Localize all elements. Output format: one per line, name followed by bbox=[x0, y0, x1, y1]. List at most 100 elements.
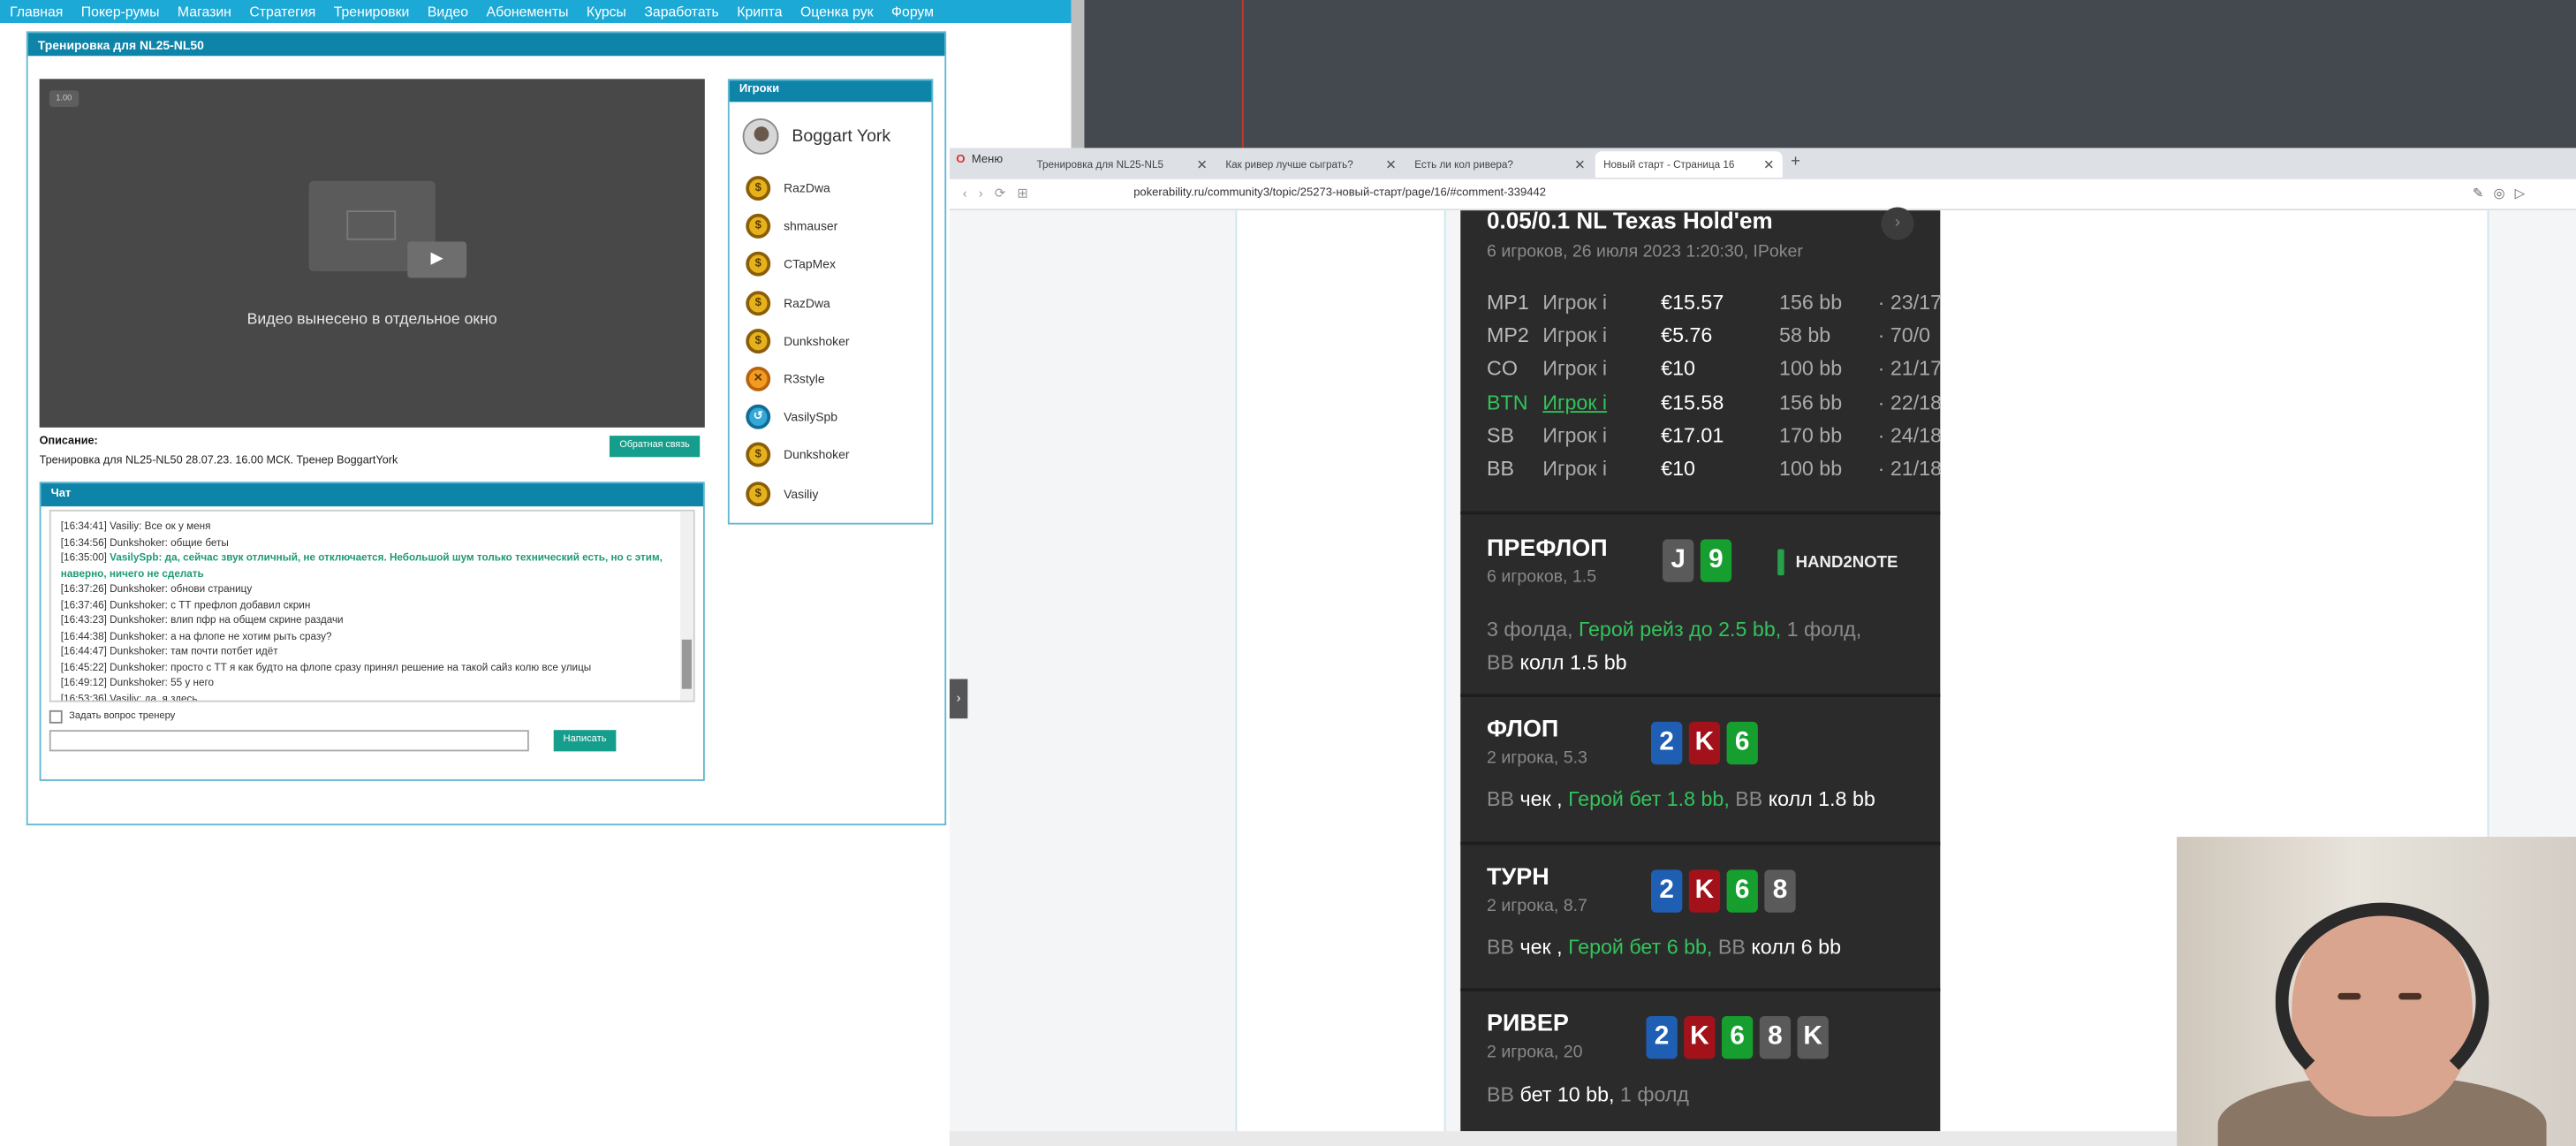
seat-row: CO Игрок i €10 100 bb · 21/17 bbox=[1487, 353, 1942, 385]
seat-row: MP2 Игрок i €5.76 58 bb · 70/0 bbox=[1487, 319, 1930, 352]
player-row[interactable]: $ Vasiliy bbox=[746, 474, 849, 512]
player-row[interactable]: ✕ R3style bbox=[746, 360, 849, 398]
seat-hud: · 21/18 bbox=[1877, 457, 1943, 481]
description-label: Описание: bbox=[39, 436, 98, 448]
close-icon[interactable]: ✕ bbox=[1574, 157, 1585, 172]
seat-hud: · 70/0 bbox=[1877, 323, 1931, 347]
chat-input[interactable] bbox=[49, 730, 529, 752]
seat-bb: 170 bb bbox=[1779, 423, 1843, 447]
seat-player[interactable]: Игрок i bbox=[1542, 457, 1661, 480]
seat-player[interactable]: Игрок i bbox=[1542, 324, 1661, 347]
card: K bbox=[1797, 1015, 1829, 1059]
nav-item[interactable]: Курсы bbox=[577, 4, 634, 20]
chat-scroll-thumb[interactable] bbox=[681, 639, 692, 689]
nav-icons[interactable]: ‹›⟳⊞ bbox=[963, 186, 1040, 201]
window-inner-icon bbox=[346, 210, 397, 240]
seat-bb: 156 bb bbox=[1779, 291, 1843, 315]
new-tab-icon[interactable]: + bbox=[1791, 153, 1800, 171]
nav-item[interactable]: Видео bbox=[418, 4, 477, 20]
card: 6 bbox=[1721, 1015, 1754, 1059]
player-row[interactable]: $ Dunkshoker bbox=[746, 436, 850, 474]
tab-call[interactable]: Есть ли кол ривера? ✕ bbox=[1406, 151, 1594, 178]
street-action: 3 фолда, Герой рейз до 2.5 bb, 1 фолд, bbox=[1487, 619, 1861, 641]
chat-message: [16:37:46] Dunkshoker: с ТТ префлоп доба… bbox=[61, 597, 669, 613]
nav-item[interactable]: Главная bbox=[0, 4, 72, 20]
chat-message: [16:53:36] Vasiliy: да, я здесь bbox=[61, 691, 669, 700]
street-action: BB колл 1.5 bb bbox=[1487, 651, 1627, 674]
chat-text: Dunkshoker: общие беты bbox=[110, 536, 229, 549]
address-bar: ‹›⟳⊞ pokerability.ru/community3/topic/25… bbox=[949, 178, 2576, 211]
nav-item[interactable]: Покер-румы bbox=[72, 4, 168, 20]
chat-message: [16:37:26] Dunkshoker: обнови страницу bbox=[61, 582, 669, 598]
chat-message: [16:49:12] Dunkshoker: 55 у него bbox=[61, 676, 669, 692]
board-cards: J9 bbox=[1663, 539, 1739, 582]
action-part: BB bbox=[1487, 1083, 1520, 1107]
seat-player[interactable]: Игрок i bbox=[1542, 358, 1661, 381]
seat-player[interactable]: Игрок i bbox=[1542, 424, 1661, 447]
description-text: Тренировка для NL25-NL50 28.07.23. 16.00… bbox=[39, 455, 398, 467]
nav-item[interactable]: Крипта bbox=[727, 4, 791, 20]
chat-scrollbar[interactable] bbox=[679, 511, 693, 701]
player-name: RazDwa bbox=[784, 295, 830, 311]
nav-item[interactable]: Магазин bbox=[168, 4, 239, 20]
chat-message: [16:44:47] Dunkshoker: там почти потбет … bbox=[61, 644, 669, 660]
send-button[interactable]: Написать bbox=[553, 730, 617, 752]
tab-label: Новый старт - Страница 16 bbox=[1603, 158, 1735, 171]
seat-player[interactable]: Игрок i bbox=[1542, 391, 1661, 414]
seat-bb: 58 bb bbox=[1779, 323, 1831, 347]
chat-text: Dunkshoker: 55 у него bbox=[110, 677, 215, 689]
chat-log[interactable]: [16:34:41] Vasiliy: Все ок у меня [16:34:… bbox=[49, 509, 695, 702]
webcam-feed bbox=[2177, 837, 2576, 1146]
browser-menu[interactable]: O Меню bbox=[956, 155, 1003, 166]
seat-player[interactable]: Игрок i bbox=[1542, 291, 1661, 314]
play-icon[interactable]: ▶ bbox=[407, 241, 467, 278]
ask-coach-checkbox[interactable] bbox=[49, 710, 63, 724]
nav-item[interactable]: Заработать bbox=[634, 4, 727, 20]
nav-item[interactable]: Стратегия bbox=[239, 4, 323, 20]
tab-label: Тренировка для NL25-NL5 bbox=[1036, 158, 1164, 171]
close-icon[interactable]: ✕ bbox=[1385, 157, 1396, 172]
next-arrow-icon[interactable]: › bbox=[1881, 207, 1914, 240]
chat-time: [16:37:26] bbox=[60, 583, 107, 596]
tab-river[interactable]: Как ривер лучше сыграть? ✕ bbox=[1217, 151, 1405, 178]
url-field[interactable]: pokerability.ru/community3/topic/25273-н… bbox=[1133, 187, 1546, 199]
player-row[interactable]: $ shmauser bbox=[746, 208, 849, 246]
nav-item[interactable]: Форум bbox=[882, 4, 942, 20]
action-part: колл 1.8 bb bbox=[1768, 787, 1875, 811]
tab-new-start[interactable]: Новый старт - Страница 16 ✕ bbox=[1595, 151, 1783, 178]
feedback-button[interactable]: Обратная связь bbox=[609, 436, 701, 458]
player-badge-icon: $ bbox=[746, 443, 771, 468]
sidebar-toggle[interactable]: › bbox=[949, 679, 968, 719]
player-row[interactable]: ↺ VasilySpb bbox=[746, 398, 849, 436]
seat-stack: €15.58 bbox=[1661, 391, 1724, 414]
street-name: ТУРН bbox=[1487, 864, 1549, 892]
video-player[interactable]: 1.00 ▶ Видео вынесено в отдельное окно bbox=[39, 79, 705, 428]
nav-item[interactable]: Оценка рук bbox=[791, 4, 882, 20]
bottom-strip bbox=[949, 1131, 2178, 1146]
video-message: Видео вынесено в отдельное окно bbox=[246, 310, 497, 330]
card: 6 bbox=[1726, 869, 1758, 913]
player-row[interactable]: $ RazDwa bbox=[746, 284, 849, 322]
screen: Главная Покер-румы Магазин Стратегия Трениро… bbox=[0, 0, 2576, 1146]
street-info: 2 игрока, 20 bbox=[1487, 1042, 1583, 1063]
toolbar-icons[interactable]: ✎◎▷ bbox=[2473, 186, 2534, 201]
tab-label: Как ривер лучше сыграть? bbox=[1225, 158, 1353, 171]
action-part: чек , bbox=[1519, 787, 1569, 811]
chat-time: [16:43:23] bbox=[60, 614, 107, 626]
seat-row: BB Игрок i €10 100 bb · 21/18 bbox=[1487, 452, 1942, 485]
nav-item[interactable]: Абонементы bbox=[476, 4, 576, 20]
player-row[interactable]: $ CTapMex bbox=[746, 246, 849, 284]
chat-text: Dunkshoker: там почти потбет идёт bbox=[110, 646, 278, 658]
player-row[interactable]: $ RazDwa bbox=[746, 170, 849, 208]
desktop-guide-line bbox=[1241, 0, 1244, 148]
close-icon[interactable]: ✕ bbox=[1196, 157, 1207, 172]
chat-time: [16:49:12] bbox=[60, 677, 107, 689]
player-badge-icon: $ bbox=[746, 481, 771, 506]
window-divider bbox=[1071, 0, 1085, 148]
nav-item[interactable]: Тренировки bbox=[324, 4, 418, 20]
site-nav: Главная Покер-румы Магазин Стратегия Трениро… bbox=[0, 0, 1072, 24]
close-icon[interactable]: ✕ bbox=[1763, 157, 1774, 172]
tab-training[interactable]: Тренировка для NL25-NL5 ✕ bbox=[1028, 151, 1216, 178]
ask-coach-option[interactable]: Задать вопрос тренеру bbox=[49, 710, 175, 724]
player-row[interactable]: $ Dunkshoker bbox=[746, 322, 850, 360]
